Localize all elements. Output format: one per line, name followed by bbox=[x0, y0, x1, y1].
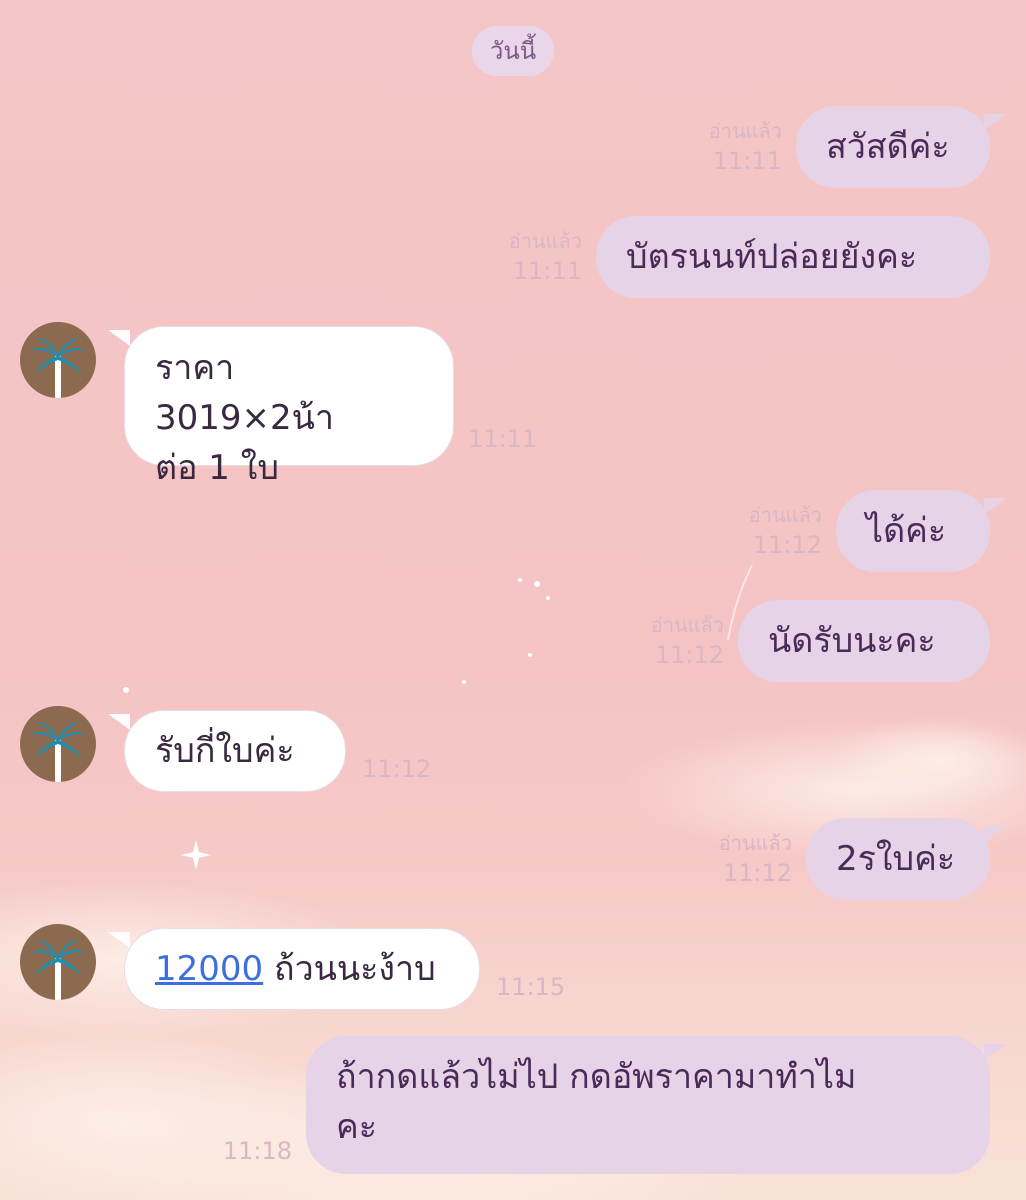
phone-number-link[interactable]: 12000 bbox=[155, 949, 263, 989]
outgoing-message[interactable]: ถ้ากดแล้วไม่ไป กดอัพราคามาทำไม คะ bbox=[306, 1036, 990, 1174]
message-text-line: ถ้ากดแล้วไม่ไป กดอัพราคามาทำไม bbox=[336, 1057, 857, 1097]
message-text: บัตรนนท์ปล่อยยังคะ bbox=[626, 237, 918, 277]
message-time: 11:11 bbox=[468, 425, 538, 453]
contact-avatar[interactable] bbox=[20, 706, 96, 782]
message-meta: 11:11 bbox=[468, 424, 537, 454]
contact-avatar[interactable] bbox=[20, 322, 96, 398]
bubble-tail bbox=[984, 1044, 1006, 1060]
message-meta: อ่านแล้ว 11:12 bbox=[651, 610, 724, 670]
bubble-tail bbox=[984, 826, 1006, 842]
message-time: 11:12 bbox=[654, 641, 724, 669]
read-receipt: อ่านแล้ว bbox=[650, 613, 724, 637]
outgoing-message[interactable]: ได้ค่ะ bbox=[836, 490, 990, 572]
message-meta: อ่านแล้ว 11:12 bbox=[749, 500, 822, 560]
outgoing-message[interactable]: นัดรับนะคะ bbox=[738, 600, 990, 682]
bubble-tail bbox=[108, 932, 130, 948]
read-receipt: อ่านแล้ว bbox=[708, 119, 782, 143]
bubble-tail bbox=[984, 114, 1006, 130]
bubble-tail bbox=[108, 330, 130, 346]
incoming-message[interactable]: 12000 ถ้วนนะง้าบ bbox=[124, 928, 480, 1010]
message-time: 11:11 bbox=[512, 257, 582, 285]
message-text: 2รใบค่ะ bbox=[836, 839, 956, 879]
palm-tree-icon bbox=[30, 338, 86, 398]
bubble-tail bbox=[984, 498, 1006, 514]
outgoing-message[interactable]: 2รใบค่ะ bbox=[806, 818, 990, 900]
read-receipt: อ่านแล้ว bbox=[718, 831, 792, 855]
message-meta: 11:12 bbox=[362, 754, 431, 784]
bubble-tail bbox=[108, 714, 130, 730]
message-text: ได้ค่ะ bbox=[866, 511, 947, 551]
message-meta: อ่านแล้ว 11:12 bbox=[719, 828, 792, 888]
message-text: นัดรับนะคะ bbox=[768, 621, 936, 661]
contact-avatar[interactable] bbox=[20, 924, 96, 1000]
message-text: รับกี่ใบค่ะ bbox=[155, 731, 295, 771]
read-receipt: อ่านแล้ว bbox=[508, 229, 582, 253]
message-time: 11:15 bbox=[496, 973, 566, 1001]
message-time: 11:18 bbox=[222, 1137, 292, 1165]
incoming-message[interactable]: ราคา 3019×2น้า ต่อ 1 ใบ bbox=[124, 326, 454, 488]
message-text-line: ราคา 3019×2น้า bbox=[155, 348, 334, 438]
message-meta: อ่านแล้ว 11:11 bbox=[709, 116, 782, 176]
message-meta: อ่านแล้ว 11:11 bbox=[509, 226, 582, 286]
message-meta: 11:18 bbox=[223, 1136, 292, 1166]
message-time: 11:12 bbox=[722, 859, 792, 887]
message-text: ถ้วนนะง้าบ bbox=[263, 949, 436, 989]
outgoing-message[interactable]: บัตรนนท์ปล่อยยังคะ bbox=[596, 216, 990, 298]
date-separator: วันนี้ bbox=[472, 26, 554, 76]
palm-tree-icon bbox=[30, 940, 86, 1000]
incoming-message[interactable]: รับกี่ใบค่ะ bbox=[124, 710, 346, 792]
message-time: 11:12 bbox=[752, 531, 822, 559]
message-text: สวัสดีค่ะ bbox=[826, 127, 950, 167]
message-time: 11:11 bbox=[712, 147, 782, 175]
read-receipt: อ่านแล้ว bbox=[748, 503, 822, 527]
outgoing-message[interactable]: สวัสดีค่ะ bbox=[796, 106, 990, 188]
palm-tree-icon bbox=[30, 722, 86, 782]
message-text-line: คะ bbox=[336, 1107, 378, 1147]
message-text-line: ต่อ 1 ใบ bbox=[155, 448, 279, 488]
message-meta: 11:15 bbox=[496, 972, 565, 1002]
message-time: 11:12 bbox=[362, 755, 432, 783]
